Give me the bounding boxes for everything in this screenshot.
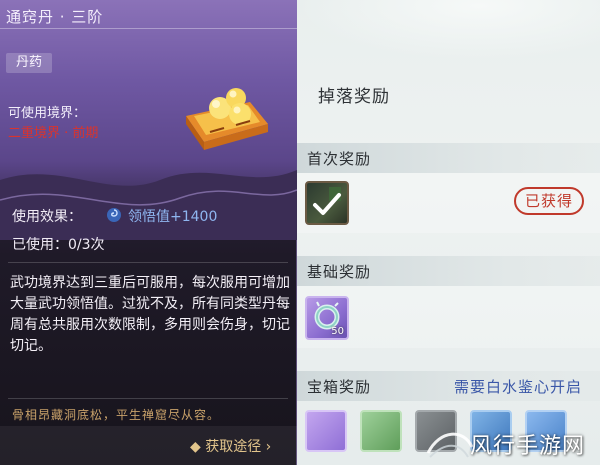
chest-unlock-note: 需要白水鉴心开启: [453, 378, 582, 396]
first-reward-label: 首次奖励: [307, 150, 372, 168]
item-tooltip-card: 通窍丹 · 三阶 丹药 可使用境界： 二重境界 · 前期 使用效果： 领悟值+1…: [0, 0, 297, 465]
effect-value: 领悟值+1400: [128, 209, 218, 225]
basic-reward-label: 基础奖励: [307, 263, 372, 281]
title-divider: [0, 28, 297, 29]
drop-reward-title: 掉落奖励: [318, 87, 390, 107]
item-description: 武功境界达到三重后可服用，每次服用可增加大量武功领悟值。过犹不及，所有同类型丹每…: [10, 275, 290, 354]
chest-item-2[interactable]: [360, 410, 402, 452]
item-type-tag: 丹药: [6, 53, 52, 73]
obtain-route-link[interactable]: ◆ 获取途径 ›: [190, 436, 271, 456]
pill-box-icon: [186, 88, 268, 150]
realm-label: 可使用境界：: [8, 106, 87, 121]
section-divider: [8, 262, 288, 263]
item-quantity: 50: [331, 326, 344, 337]
chest-reward-header: 宝箱奖励 需要白水鉴心开启: [297, 371, 600, 401]
first-reward-header: 首次奖励: [297, 143, 600, 173]
effect-label: 使用效果：: [12, 209, 82, 225]
section-divider-2: [8, 398, 288, 399]
item-poem: 骨相昂藏洞底松，平生禅窟尽从容。: [12, 408, 221, 422]
cloud-wave-decoration: [0, 170, 297, 240]
usage-count: 已使用：0/3次: [12, 237, 105, 253]
basic-reward-header: 基础奖励: [297, 256, 600, 286]
chest-item-1[interactable]: [305, 410, 347, 452]
swirl-icon: [107, 208, 121, 222]
first-reward-item[interactable]: [305, 181, 349, 225]
obtained-stamp: 已获得: [514, 187, 584, 215]
panel-mist: [297, 0, 600, 60]
basic-reward-item[interactable]: 50: [305, 296, 349, 340]
realm-value: 二重境界 · 前期: [8, 126, 99, 141]
item-title: 通窍丹 · 三阶: [6, 8, 104, 26]
watermark-text: 风行手游网: [470, 434, 586, 459]
checkmark-icon: [313, 187, 341, 215]
chest-reward-label: 宝箱奖励: [307, 378, 372, 396]
